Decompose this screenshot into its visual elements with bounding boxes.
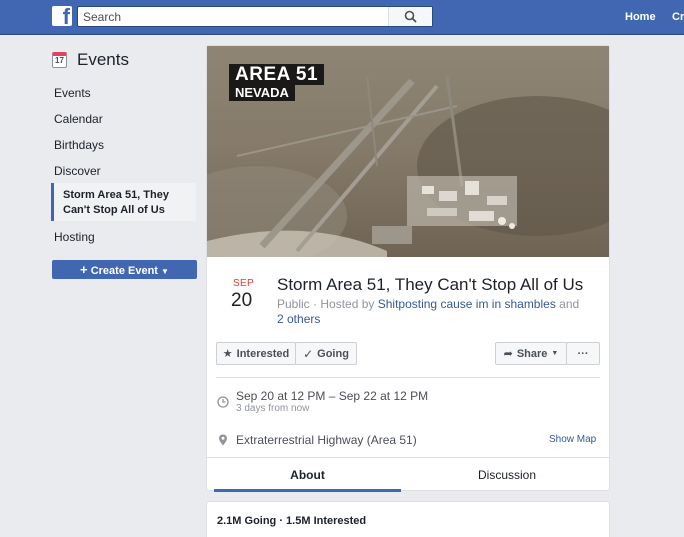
hosted-by-label: Hosted by [320, 297, 375, 311]
tab-about[interactable]: About [214, 458, 401, 492]
caret-down-icon: ▼ [551, 350, 559, 357]
divider [216, 377, 600, 378]
sidebar-title[interactable]: 17 Events [52, 50, 129, 70]
cover-caption-area51: AREA 51 [229, 64, 325, 85]
event-time-relative: 3 days from now [236, 403, 310, 414]
create-event-label: Create Event [90, 265, 158, 277]
active-tab-indicator [214, 489, 401, 492]
and-label: and [559, 297, 580, 311]
event-visibility: Public [277, 297, 310, 311]
star-icon: ★ [222, 348, 233, 360]
event-cover-photo[interactable]: AREA 51 NEVADA [207, 46, 609, 257]
search-button[interactable] [388, 7, 432, 26]
sidebar-item-birthdays[interactable]: Birthdays [54, 138, 104, 152]
location-pin-icon [219, 434, 227, 446]
cover-caption-nevada: NEVADA [229, 85, 295, 101]
nav-home-link[interactable]: Home [625, 11, 656, 23]
event-date-month: SEP [233, 278, 254, 289]
host-link[interactable]: Shitposting cause im in shambles [378, 297, 556, 311]
show-map-link[interactable]: Show Map [549, 434, 596, 445]
more-options-button[interactable]: ··· [566, 342, 600, 365]
nav-create-link[interactable]: Create [672, 11, 684, 23]
share-label: Share [516, 347, 548, 360]
share-button[interactable]: ➦ Share ▼ [495, 342, 567, 365]
sidebar-title-label: Events [77, 50, 129, 69]
sidebar-item-current-event-label: Storm Area 51, They Can't Stop All of Us [63, 189, 169, 216]
top-navigation-bar: f Search Home Create [0, 0, 684, 35]
sidebar-item-calendar[interactable]: Calendar [54, 112, 103, 126]
facebook-logo-icon[interactable]: f [52, 6, 72, 26]
event-date-day: 20 [231, 290, 253, 311]
create-event-button[interactable]: + Create Event ▼ [52, 260, 197, 279]
search-input[interactable]: Search [77, 6, 433, 27]
calendar-icon: 17 [52, 52, 67, 68]
interested-label: Interested [236, 347, 290, 360]
event-time[interactable]: Sep 20 at 12 PM – Sep 22 at 12 PM [236, 389, 428, 403]
tab-discussion[interactable]: Discussion [407, 458, 607, 492]
share-arrow-icon: ➦ [503, 348, 513, 360]
caret-down-icon: ▼ [161, 267, 169, 276]
event-title: Storm Area 51, They Can't Stop All of Us [277, 275, 584, 294]
search-placeholder: Search [83, 10, 122, 24]
sidebar-item-discover[interactable]: Discover [54, 164, 101, 178]
attendance-card: 2.1M Going · 1.5M Interested [206, 501, 610, 537]
going-label: Going [317, 347, 349, 360]
attendance-stats[interactable]: 2.1M Going · 1.5M Interested [217, 515, 366, 527]
event-host-line: Public · Hosted by Shitposting cause im … [277, 297, 580, 326]
more-dots-icon: ··· [577, 347, 589, 360]
checkmark-icon: ✓ [303, 346, 314, 361]
sidebar-item-current-event[interactable]: Storm Area 51, They Can't Stop All of Us [51, 183, 196, 221]
other-hosts-link[interactable]: 2 others [277, 312, 320, 326]
search-icon [404, 10, 417, 23]
sidebar-item-events[interactable]: Events [54, 86, 91, 100]
event-card: AREA 51 NEVADA SEP 20 Storm Area 51, The… [206, 45, 610, 492]
sidebar-item-hosting[interactable]: Hosting [54, 230, 95, 244]
event-location[interactable]: Extraterrestrial Highway (Area 51) [236, 433, 417, 447]
going-button[interactable]: ✓ Going [295, 342, 357, 365]
clock-icon [217, 396, 229, 408]
plus-icon: + [80, 262, 88, 277]
interested-button[interactable]: ★ Interested [216, 342, 296, 365]
